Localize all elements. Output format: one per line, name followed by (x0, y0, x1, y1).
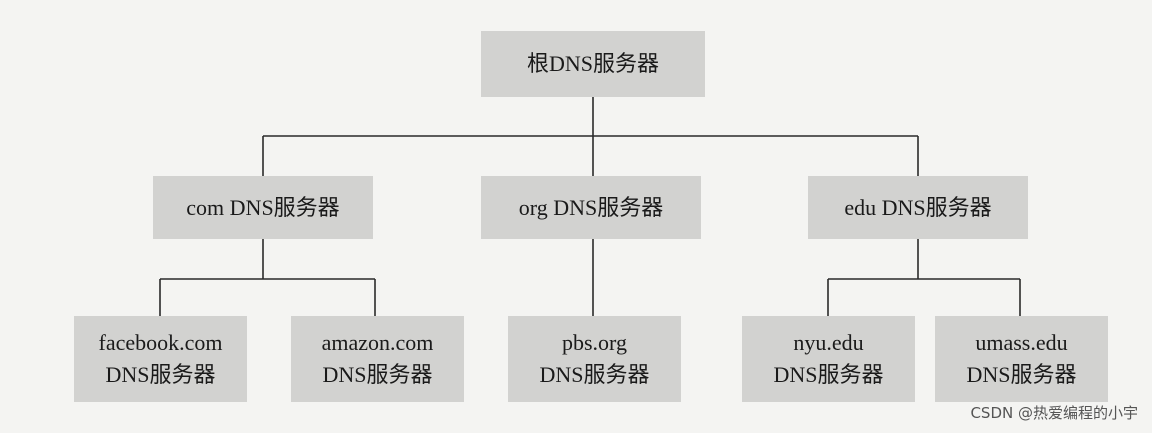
pbs-domain-label: pbs.org (562, 330, 627, 355)
amazon-server-label: DNS服务器 (322, 362, 433, 387)
facebook-server-label: DNS服务器 (105, 362, 216, 387)
root-dns-server-label: 根DNS服务器 (526, 51, 659, 76)
org-dns-server-label: org DNS服务器 (518, 194, 664, 220)
dns-hierarchy-diagram: 根DNS服务器 com DNS服务器 org DNS服务器 edu DNS服务器… (0, 0, 1152, 433)
root-dns-server-box: 根DNS服务器 (481, 31, 705, 97)
facebook-domain-label: facebook.com (98, 330, 223, 355)
facebook-dns-server-box: facebook.com DNS服务器 (74, 316, 247, 402)
csdn-watermark: CSDN @热爱编程的小宇 (970, 404, 1138, 422)
pbs-server-label: DNS服务器 (539, 362, 650, 387)
nyu-server-label: DNS服务器 (773, 362, 884, 387)
umass-dns-server-box: umass.edu DNS服务器 (935, 316, 1108, 402)
org-dns-server-box: org DNS服务器 (481, 176, 701, 239)
umass-server-label: DNS服务器 (966, 362, 1077, 387)
pbs-dns-server-box: pbs.org DNS服务器 (508, 316, 681, 402)
amazon-dns-server-box: amazon.com DNS服务器 (291, 316, 464, 402)
com-dns-server-box: com DNS服务器 (153, 176, 373, 239)
nyu-dns-server-box: nyu.edu DNS服务器 (742, 316, 915, 402)
nyu-domain-label: nyu.edu (793, 330, 864, 355)
edu-dns-server-label: edu DNS服务器 (844, 194, 992, 220)
edu-dns-server-box: edu DNS服务器 (808, 176, 1028, 239)
com-dns-server-label: com DNS服务器 (186, 194, 340, 220)
umass-domain-label: umass.edu (975, 330, 1068, 355)
amazon-domain-label: amazon.com (321, 330, 434, 355)
